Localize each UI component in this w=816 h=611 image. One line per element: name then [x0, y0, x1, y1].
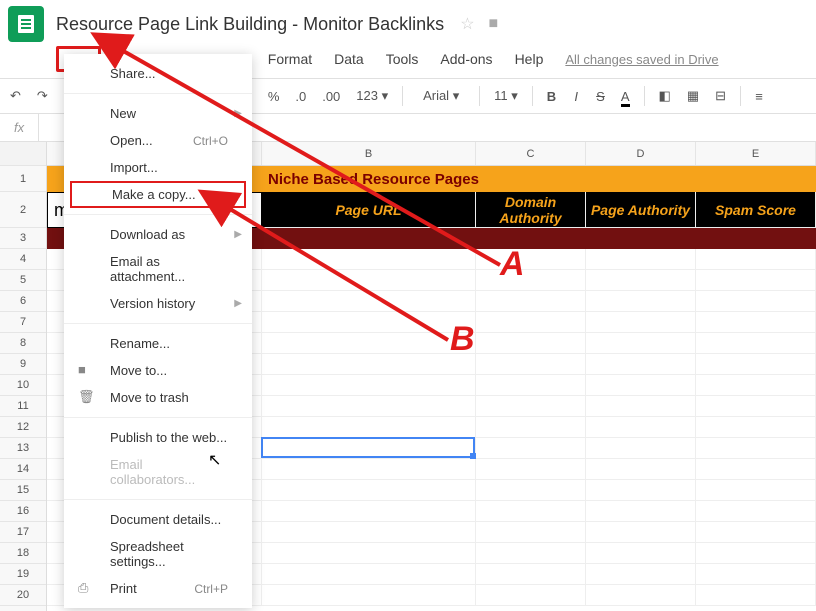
col-header[interactable]: E [696, 142, 816, 165]
row-header[interactable]: 14 [0, 459, 46, 480]
menu-version-history[interactable]: Version history▶ [64, 290, 252, 317]
number-format-button[interactable]: 123 ▾ [350, 84, 394, 108]
row-header[interactable]: 4 [0, 249, 46, 270]
menu-document-details[interactable]: Document details... [64, 506, 252, 533]
menu-move-to[interactable]: ■Move to... [64, 357, 252, 384]
borders-icon[interactable]: ▦ [681, 84, 705, 108]
bold-button[interactable]: B [541, 85, 562, 108]
row-header[interactable]: 5 [0, 270, 46, 291]
trash-icon: 🗑 [78, 389, 95, 405]
folder-icon: ■ [78, 362, 86, 377]
menu-format[interactable]: Format [258, 47, 322, 71]
row-header[interactable]: 7 [0, 312, 46, 333]
font-size-select[interactable]: 11 ▾ [488, 84, 524, 108]
chevron-right-icon: ▶ [234, 229, 242, 240]
row-header[interactable]: 10 [0, 375, 46, 396]
menu-data[interactable]: Data [324, 47, 374, 71]
app-header: Resource Page Link Building - Monitor Ba… [0, 0, 816, 44]
row-header[interactable]: 3 [0, 228, 46, 249]
menu-download[interactable]: Download as▶ [64, 221, 252, 248]
font-select[interactable]: Arial ▾ [411, 84, 471, 108]
percent-button[interactable]: % [262, 85, 286, 108]
document-title[interactable]: Resource Page Link Building - Monitor Ba… [52, 14, 444, 35]
redo-icon[interactable]: ↷ [31, 84, 54, 108]
menu-make-copy[interactable]: Make a copy... [70, 181, 246, 208]
fx-label: fx [0, 114, 39, 141]
strike-button[interactable]: S [590, 85, 611, 108]
print-icon: ⎙ [78, 580, 88, 596]
row-header[interactable]: 17 [0, 522, 46, 543]
col-header[interactable]: C [476, 142, 586, 165]
menu-open[interactable]: Open...Ctrl+O [64, 127, 252, 154]
menu-addons[interactable]: Add-ons [430, 47, 502, 71]
row-header[interactable]: 18 [0, 543, 46, 564]
chevron-right-icon: ▶ [234, 108, 242, 119]
row-header[interactable]: 8 [0, 333, 46, 354]
decimal-dec-button[interactable]: .0 [289, 85, 312, 108]
folder-icon[interactable]: ■ [489, 15, 499, 33]
row-header[interactable]: 1 [0, 166, 46, 192]
col-page-url: Page URL [262, 192, 476, 228]
row-header[interactable]: 16 [0, 501, 46, 522]
row-header[interactable]: 15 [0, 480, 46, 501]
row-headers: 1 2 3 4 5 6 7 8 9 10 11 12 13 14 15 16 1… [0, 142, 47, 611]
menu-spreadsheet-settings[interactable]: Spreadsheet settings... [64, 533, 252, 575]
menu-import[interactable]: Import... [64, 154, 252, 181]
row-header[interactable]: 11 [0, 396, 46, 417]
decimal-inc-button[interactable]: .00 [316, 85, 346, 108]
merge-icon[interactable]: ⊟ [709, 84, 732, 108]
section-title: Niche Based Resource Pages [268, 171, 479, 188]
menu-rename[interactable]: Rename... [64, 330, 252, 357]
sheets-logo[interactable] [8, 6, 44, 42]
chevron-right-icon: ▶ [234, 298, 242, 309]
star-icon[interactable]: ☆ [460, 14, 474, 34]
italic-button[interactable]: I [566, 85, 586, 108]
col-header[interactable]: B [262, 142, 476, 165]
row-header[interactable]: 19 [0, 564, 46, 585]
menu-share[interactable]: Share... [64, 60, 252, 87]
col-spam-score: Spam Score [696, 192, 816, 228]
menu-help[interactable]: Help [505, 47, 554, 71]
col-header[interactable]: D [586, 142, 696, 165]
select-all-corner[interactable] [0, 142, 46, 166]
menu-tools[interactable]: Tools [376, 47, 429, 71]
col-page-authority: Page Authority [586, 192, 696, 228]
menu-print[interactable]: ⎙PrintCtrl+P [64, 575, 252, 602]
menu-publish[interactable]: Publish to the web... [64, 424, 252, 451]
save-status[interactable]: All changes saved in Drive [565, 52, 718, 67]
text-color-button[interactable]: A [615, 85, 636, 108]
file-menu-dropdown: Share... New▶ Open...Ctrl+O Import... Ma… [64, 54, 252, 608]
row-header[interactable]: 2 [0, 192, 46, 228]
menu-new[interactable]: New▶ [64, 100, 252, 127]
undo-icon[interactable]: ↶ [4, 84, 27, 108]
menu-move-trash[interactable]: 🗑Move to trash [64, 384, 252, 411]
row-header[interactable]: 20 [0, 585, 46, 606]
row-header[interactable]: 13 [0, 438, 46, 459]
align-icon[interactable]: ≡ [749, 85, 769, 108]
mouse-cursor-icon: ↖ [208, 450, 221, 470]
row-header[interactable]: 9 [0, 354, 46, 375]
menu-email-collaborators: Email collaborators... [64, 451, 252, 493]
row-header[interactable]: 12 [0, 417, 46, 438]
row-header[interactable]: 6 [0, 291, 46, 312]
fill-color-icon[interactable]: ◧ [653, 84, 677, 108]
col-domain-authority: Domain Authority [476, 192, 586, 228]
menu-email-attachment[interactable]: Email as attachment... [64, 248, 252, 290]
